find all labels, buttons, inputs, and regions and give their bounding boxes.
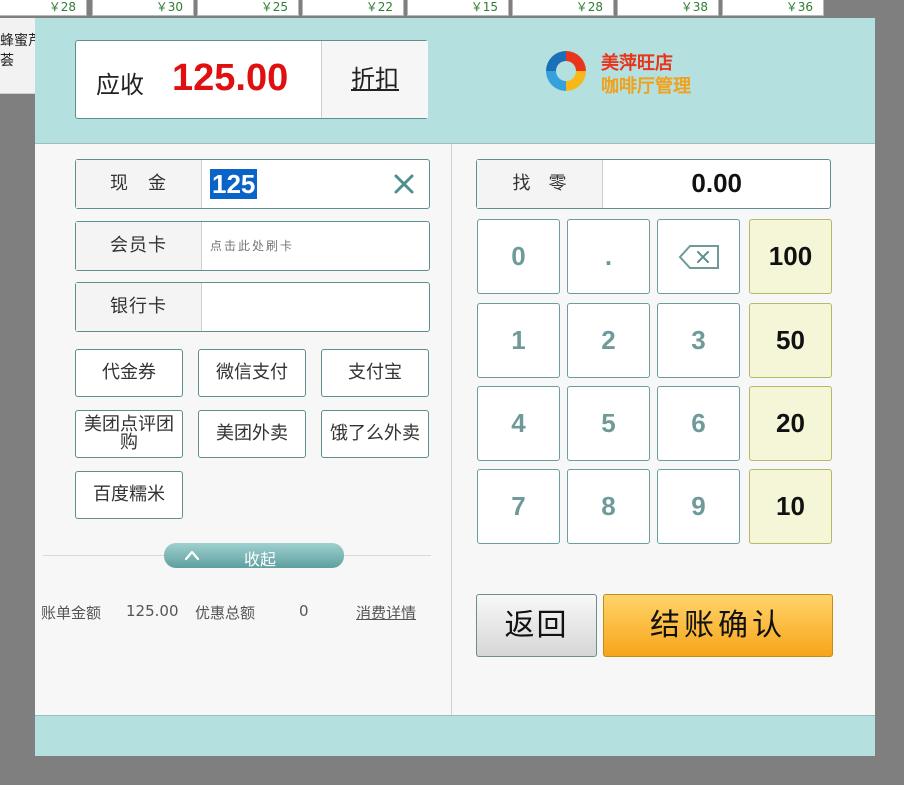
member-card-input[interactable]: [210, 222, 420, 270]
wechat-pay-button[interactable]: 微信支付: [198, 349, 306, 397]
backspace-icon: [678, 245, 719, 269]
discount-button[interactable]: 折扣: [321, 41, 428, 118]
background-menu-item: 蜂蜜芦 荟: [0, 18, 36, 94]
meituan-takeout-button[interactable]: 美团外卖: [198, 410, 306, 458]
brand-logo: 美萍旺店 咖啡厅管理: [543, 46, 713, 97]
confirm-checkout-button[interactable]: 结账确认: [603, 594, 833, 657]
alipay-button[interactable]: 支付宝: [321, 349, 429, 397]
cash-label: 现 金: [76, 160, 202, 208]
member-card-label: 会员卡: [76, 222, 202, 270]
cash-payment-row: 现 金 125: [75, 159, 430, 209]
keypad-key-8[interactable]: 8: [567, 469, 650, 544]
keypad-key-dot[interactable]: .: [567, 219, 650, 294]
keypad-key-9[interactable]: 9: [657, 469, 740, 544]
back-button[interactable]: 返回: [476, 594, 597, 657]
amount-due-value: 125.00: [172, 57, 289, 99]
bill-amount-label: 账单金额: [41, 604, 102, 622]
meituan-group-button[interactable]: 美团点评团购: [75, 410, 183, 458]
brand-subtitle: 咖啡厅管理: [601, 76, 691, 97]
keypad-key-1[interactable]: 1: [477, 303, 560, 378]
background-price-tile: ￥15: [407, 0, 509, 16]
background-menu-item-name-2: 荟: [0, 53, 14, 69]
background-price-tile: ￥22: [302, 0, 404, 16]
background-price-strip: ￥28 ￥30 ￥25 ￥22 ￥15 ￥28 ￥38 ￥36: [0, 0, 904, 18]
voucher-button[interactable]: 代金券: [75, 349, 183, 397]
column-divider: [451, 144, 452, 715]
collapse-label: 收起: [244, 550, 277, 569]
change-row: 找 零 0.00: [476, 159, 831, 209]
bank-card-label: 银行卡: [76, 283, 202, 331]
baidu-nuomi-button[interactable]: 百度糯米: [75, 471, 183, 519]
background-price-tile: ￥36: [722, 0, 824, 16]
checkout-dialog: 应收 125.00 折扣 美萍旺店 咖啡厅管理 现 金 125 会员卡 银行卡: [35, 18, 875, 756]
collapse-button[interactable]: 收起: [164, 543, 344, 569]
keypad-key-4[interactable]: 4: [477, 386, 560, 461]
clear-icon[interactable]: [389, 169, 419, 199]
keypad-key-0[interactable]: 0: [477, 219, 560, 294]
quick-amount-20[interactable]: 20: [749, 386, 832, 461]
consumption-details-link[interactable]: 消费详情: [356, 602, 416, 623]
change-label: 找 零: [477, 160, 603, 208]
discount-total-label: 优惠总额: [195, 604, 256, 622]
bill-amount-value: 125.00: [126, 602, 179, 620]
quick-amount-50[interactable]: 50: [749, 303, 832, 378]
background-price-tile: ￥30: [92, 0, 194, 16]
amount-due-box: 应收 125.00 折扣: [75, 40, 428, 119]
keypad-key-6[interactable]: 6: [657, 386, 740, 461]
background-price-tile: ￥28: [512, 0, 614, 16]
background-price-tile: ￥25: [197, 0, 299, 16]
cash-input[interactable]: 125: [210, 169, 258, 199]
keypad-key-7[interactable]: 7: [477, 469, 560, 544]
background-price-tile: ￥28: [0, 0, 87, 16]
keypad-key-5[interactable]: 5: [567, 386, 650, 461]
discount-total-value: 0: [299, 602, 309, 620]
dialog-header: 应收 125.00 折扣 美萍旺店 咖啡厅管理: [35, 18, 875, 144]
keypad-key-3[interactable]: 3: [657, 303, 740, 378]
chevron-up-icon: [184, 550, 200, 561]
brand-logo-icon: [546, 51, 586, 91]
quick-amount-10[interactable]: 10: [749, 469, 832, 544]
background-price-tile: ￥38: [617, 0, 719, 16]
eleme-takeout-button[interactable]: 饿了么外卖: [321, 410, 429, 458]
dialog-footer: [35, 715, 875, 756]
bank-card-row: 银行卡: [75, 282, 430, 332]
quick-amount-100[interactable]: 100: [749, 219, 832, 294]
change-value: 0.00: [691, 168, 742, 198]
background-menu-item-name: 蜂蜜芦: [0, 33, 36, 49]
keypad-key-2[interactable]: 2: [567, 303, 650, 378]
amount-due-label: 应收: [96, 71, 144, 99]
backspace-button[interactable]: [657, 219, 740, 294]
member-card-row: 会员卡: [75, 221, 430, 271]
bank-card-input[interactable]: [210, 283, 420, 331]
